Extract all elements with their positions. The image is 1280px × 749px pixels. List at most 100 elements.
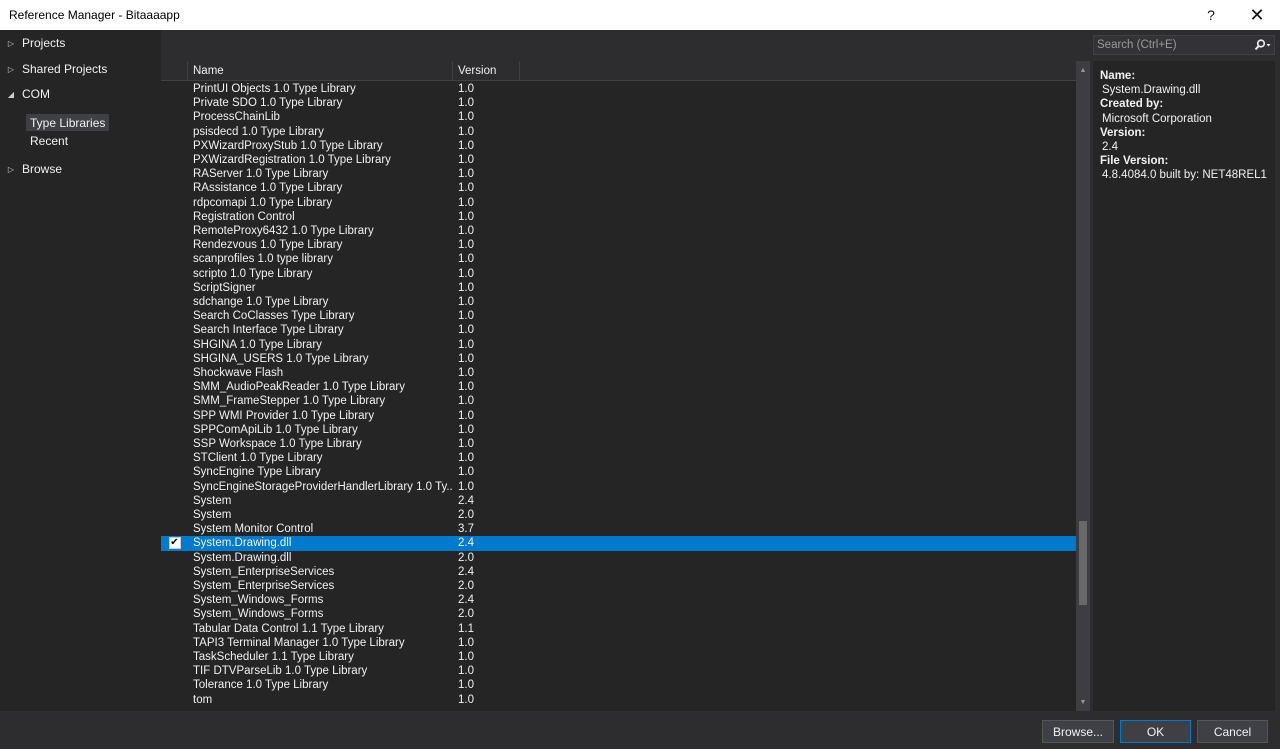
- ok-button[interactable]: OK: [1120, 720, 1191, 743]
- row-name: SMM_FrameStepper 1.0 Type Library: [193, 395, 386, 408]
- table-row[interactable]: Rendezvous 1.0 Type Library 1.0: [161, 238, 1076, 252]
- table-row[interactable]: System 2.0: [161, 508, 1076, 522]
- row-version: 1.0: [458, 267, 474, 280]
- checkbox-column-header[interactable]: [161, 60, 188, 81]
- table-row[interactable]: SPP WMI Provider 1.0 Type Library 1.0: [161, 409, 1076, 423]
- search-input[interactable]: [1094, 36, 1251, 54]
- list-header: Name Version: [161, 60, 1076, 81]
- row-name: TAPI3 Terminal Manager 1.0 Type Library: [193, 636, 405, 649]
- scrollbar-thumb[interactable]: [1079, 521, 1087, 605]
- help-button[interactable]: ?: [1188, 0, 1234, 30]
- nav-item-recent[interactable]: Recent: [26, 132, 72, 149]
- table-row[interactable]: SyncEngine Type Library 1.0: [161, 465, 1076, 479]
- name-column-header[interactable]: Name: [188, 60, 453, 81]
- row-version: 1.0: [458, 182, 474, 195]
- table-row[interactable]: System Monitor Control 3.7: [161, 522, 1076, 536]
- row-version: 2.0: [458, 580, 474, 593]
- checkmark-icon[interactable]: ✔: [168, 537, 181, 550]
- version-column-header[interactable]: Version: [453, 60, 520, 81]
- table-row[interactable]: SMM_AudioPeakReader 1.0 Type Library 1.0: [161, 380, 1076, 394]
- table-row[interactable]: System_EnterpriseServices 2.0: [161, 579, 1076, 593]
- table-row[interactable]: System_Windows_Forms 2.0: [161, 607, 1076, 621]
- row-name: SMM_AudioPeakReader 1.0 Type Library: [193, 381, 406, 394]
- row-name: TIF DTVParseLib 1.0 Type Library: [193, 665, 368, 678]
- detail-version-value: 2.4: [1102, 141, 1118, 154]
- collapse-triangle-icon[interactable]: ◢: [0, 90, 22, 99]
- table-row[interactable]: RemoteProxy6432 1.0 Type Library 1.0: [161, 224, 1076, 238]
- row-version: 1.0: [458, 367, 474, 380]
- table-row[interactable]: TaskScheduler 1.1 Type Library 1.0: [161, 650, 1076, 664]
- table-row[interactable]: TIF DTVParseLib 1.0 Type Library 1.0: [161, 664, 1076, 678]
- table-row[interactable]: Search Interface Type Library 1.0: [161, 323, 1076, 337]
- table-row[interactable]: Shockwave Flash 1.0: [161, 366, 1076, 380]
- table-row[interactable]: tom 1.0: [161, 693, 1076, 707]
- table-row[interactable]: System.Drawing.dll 2.0: [161, 551, 1076, 565]
- table-row[interactable]: rdpcomapi 1.0 Type Library 1.0: [161, 196, 1076, 210]
- row-version: 1.0: [458, 679, 474, 692]
- row-version: 1.0: [458, 210, 474, 223]
- detail-file-version-label: File Version:: [1100, 155, 1169, 168]
- table-row[interactable]: SHGINA 1.0 Type Library 1.0: [161, 338, 1076, 352]
- close-button[interactable]: ✕: [1234, 0, 1280, 30]
- table-row[interactable]: ✔ System.Drawing.dll 2.4: [161, 536, 1076, 551]
- table-row[interactable]: ProcessChainLib 1.0: [161, 110, 1076, 124]
- table-row[interactable]: System 2.4: [161, 494, 1076, 508]
- search-button[interactable]: [1251, 36, 1274, 54]
- row-version: 1.0: [458, 324, 474, 337]
- list-rows: PrintUI Objects 1.0 Type Library 1.0 Priva…: [161, 81, 1076, 711]
- row-name: SHGINA 1.0 Type Library: [193, 338, 322, 351]
- table-row[interactable]: STClient 1.0 Type Library 1.0: [161, 451, 1076, 465]
- row-name: Rendezvous 1.0 Type Library: [193, 239, 343, 252]
- nav-item-label: Projects: [22, 36, 66, 50]
- table-row[interactable]: SyncEngineStorageProviderHandlerLibrary …: [161, 480, 1076, 494]
- row-checkbox-cell[interactable]: ✔: [161, 537, 188, 550]
- table-row[interactable]: RAServer 1.0 Type Library 1.0: [161, 167, 1076, 181]
- table-row[interactable]: SSP Workspace 1.0 Type Library 1.0: [161, 437, 1076, 451]
- detail-name-value: System.Drawing.dll: [1102, 84, 1201, 97]
- table-row[interactable]: System_EnterpriseServices 2.4: [161, 565, 1076, 579]
- table-row[interactable]: Registration Control 1.0: [161, 210, 1076, 224]
- cancel-button[interactable]: Cancel: [1197, 720, 1268, 743]
- table-row[interactable]: psisdecd 1.0 Type Library 1.0: [161, 125, 1076, 139]
- row-name: psisdecd 1.0 Type Library: [193, 125, 324, 138]
- row-version: 1.0: [458, 139, 474, 152]
- row-version: 1.0: [458, 452, 474, 465]
- vertical-scrollbar[interactable]: ▲ ▼: [1076, 61, 1090, 711]
- expand-triangle-icon[interactable]: ▷: [0, 165, 22, 174]
- row-version: 1.0: [458, 466, 474, 479]
- table-row[interactable]: sdchange 1.0 Type Library 1.0: [161, 295, 1076, 309]
- nav-item-label: Browse: [22, 162, 63, 176]
- table-row[interactable]: ScriptSigner 1.0: [161, 281, 1076, 295]
- table-row[interactable]: PXWizardRegistration 1.0 Type Library 1.0: [161, 153, 1076, 167]
- nav-item-type-libraries[interactable]: Type Libraries: [26, 114, 110, 131]
- table-row[interactable]: scripto 1.0 Type Library 1.0: [161, 267, 1076, 281]
- reference-list: Name Version PrintUI Objects 1.0 Type Li…: [161, 60, 1090, 711]
- table-row[interactable]: Tabular Data Control 1.1 Type Library 1.1: [161, 622, 1076, 636]
- table-row[interactable]: Tolerance 1.0 Type Library 1.0: [161, 678, 1076, 692]
- table-row[interactable]: SMM_FrameStepper 1.0 Type Library 1.0: [161, 394, 1076, 408]
- table-row[interactable]: PXWizardProxyStub 1.0 Type Library 1.0: [161, 139, 1076, 153]
- row-version: 1.0: [458, 281, 474, 294]
- table-row[interactable]: SPPComApiLib 1.0 Type Library 1.0: [161, 423, 1076, 437]
- table-row[interactable]: RAssistance 1.0 Type Library 1.0: [161, 181, 1076, 195]
- nav-item-projects[interactable]: ▷ Projects: [0, 33, 161, 53]
- scroll-down-icon[interactable]: ▼: [1076, 695, 1090, 709]
- nav-item-browse[interactable]: ▷ Browse: [0, 159, 161, 179]
- nav-item-com[interactable]: ◢ COM: [0, 84, 161, 104]
- nav-item-shared-projects[interactable]: ▷ Shared Projects: [0, 59, 161, 79]
- table-row[interactable]: PrintUI Objects 1.0 Type Library 1.0: [161, 82, 1076, 96]
- column-header-label: Version: [458, 64, 497, 77]
- table-row[interactable]: TAPI3 Terminal Manager 1.0 Type Library 1…: [161, 636, 1076, 650]
- table-row[interactable]: Private SDO 1.0 Type Library 1.0: [161, 96, 1076, 110]
- table-row[interactable]: Search CoClasses Type Library 1.0: [161, 309, 1076, 323]
- row-name: Shockwave Flash: [193, 367, 284, 380]
- row-name: sdchange 1.0 Type Library: [193, 296, 329, 309]
- scroll-up-icon[interactable]: ▲: [1076, 63, 1090, 77]
- table-row[interactable]: System_Windows_Forms 2.4: [161, 593, 1076, 607]
- row-name: PXWizardProxyStub 1.0 Type Library: [193, 139, 383, 152]
- expand-triangle-icon[interactable]: ▷: [0, 39, 22, 48]
- table-row[interactable]: scanprofiles 1.0 type library 1.0: [161, 252, 1076, 266]
- expand-triangle-icon[interactable]: ▷: [0, 65, 22, 74]
- browse-button[interactable]: Browse...: [1042, 720, 1114, 743]
- table-row[interactable]: SHGINA_USERS 1.0 Type Library 1.0: [161, 352, 1076, 366]
